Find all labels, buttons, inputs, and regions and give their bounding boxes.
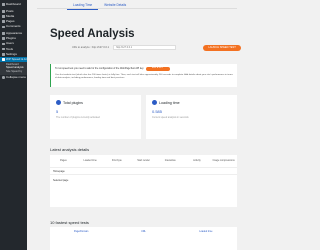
user-icon: [2, 42, 5, 46]
main-content: Loading Time Website Details Speed Analy…: [27, 0, 250, 250]
sidebar-item-label: Appearance: [6, 31, 23, 36]
total-plugins-card: Total plugins 5 The number of plugins cu…: [50, 95, 141, 139]
tab-loading-time[interactable]: Loading Time: [67, 0, 99, 10]
dashboard-icon: [2, 3, 5, 6]
card-title: Total plugins: [63, 100, 83, 105]
column-header: Loaded time: [199, 229, 213, 233]
tab-bar: Loading Time Website Details: [67, 0, 132, 10]
card-subtitle: The number of plugins currently activate…: [56, 116, 100, 119]
sidebar-submenu: Dashboard Speed analysis Site Speed by: [0, 62, 27, 75]
column-header: Interactive: [164, 159, 176, 162]
clock-circle-icon: [152, 100, 157, 105]
admin-sidebar: Dashboard Posts Media Pages Comments App…: [0, 0, 30, 250]
ask-key-button[interactable]: ASK A KEY: [145, 67, 170, 71]
table-header: Page/Domain URL Loaded time: [50, 227, 237, 235]
tab-website-details[interactable]: Website Details: [98, 0, 132, 10]
sidebar-item-label: Tools: [6, 46, 14, 51]
fastest-tests-title: 10 fastest speed tests: [50, 220, 89, 225]
plugin-icon: [2, 37, 5, 40]
fastest-tests-table: Page/Domain URL Loaded time: [50, 227, 237, 250]
url-label: URL to analyze : http://127.0.0.1: [72, 46, 110, 50]
sidebar-item-label: Posts: [6, 8, 14, 13]
latest-analysis-title: Latest analysis details: [50, 147, 90, 152]
column-header: Start render: [137, 159, 150, 162]
page-icon: [2, 20, 5, 23]
table-row: Homepage: [50, 167, 237, 174]
table-header: Pages Loaded time First byte Start rende…: [50, 155, 237, 167]
settings-icon: [2, 53, 5, 56]
card-title: Loading time: [159, 100, 180, 105]
speed-icon: [2, 58, 5, 61]
card-value: 0.585: [152, 109, 163, 114]
sidebar-item-label: Comments: [6, 24, 21, 29]
url-input[interactable]: [113, 45, 177, 51]
table-cell: Selected page: [53, 178, 69, 182]
column-header: Page/Domain: [73, 229, 89, 233]
table-row: Selected page: [50, 174, 237, 185]
table-cell: Homepage: [53, 169, 65, 173]
sidebar-item-label: Media: [6, 13, 15, 18]
api-key-notice: To run speed test you need to ask for th…: [50, 64, 237, 87]
media-icon: [2, 15, 5, 18]
sidebar-item-label: Users: [6, 41, 14, 46]
page-title: Speed Analysis: [50, 28, 135, 40]
wrench-icon: [2, 47, 5, 51]
column-header: Image compressions: [212, 159, 235, 162]
sidebar-item-label: Plugins: [6, 36, 16, 41]
notice-description: Your first website test (which also has …: [55, 73, 233, 79]
comment-icon: [2, 25, 5, 29]
column-header: Pages: [59, 159, 67, 162]
url-form: URL to analyze : http://127.0.0.1 LAUNCH…: [72, 45, 242, 51]
column-header: URL: [141, 229, 146, 233]
card-subtitle: Current speed analysis in seconds: [152, 116, 189, 119]
brush-icon: [2, 32, 5, 35]
column-header: First byte: [111, 159, 122, 162]
column-header: Loaded time: [83, 159, 97, 162]
card-value: 5: [56, 109, 59, 114]
submenu-site-speed[interactable]: Site Speed by: [0, 70, 27, 74]
plugin-circle-icon: [56, 100, 61, 105]
sidebar-item-label: Dashboard: [6, 2, 21, 7]
launch-speed-test-button[interactable]: LAUNCH SPEED TEST: [203, 45, 242, 51]
collapse-menu-label: Collapse menu: [6, 75, 27, 80]
latest-analysis-table: Pages Loaded time First byte Start rende…: [50, 155, 237, 207]
sidebar-item-label: Pages: [6, 19, 15, 24]
loading-time-card: Loading time 0.585 Current speed analysi…: [146, 95, 237, 139]
pin-icon: [2, 10, 5, 13]
notice-text: To run speed test you need to ask for th…: [55, 67, 144, 71]
sidebar-item-label: Settings: [6, 51, 17, 56]
column-header: Activity: [193, 159, 201, 162]
collapse-menu-button[interactable]: Collapse menu: [0, 75, 27, 80]
collapse-icon: [2, 76, 5, 79]
